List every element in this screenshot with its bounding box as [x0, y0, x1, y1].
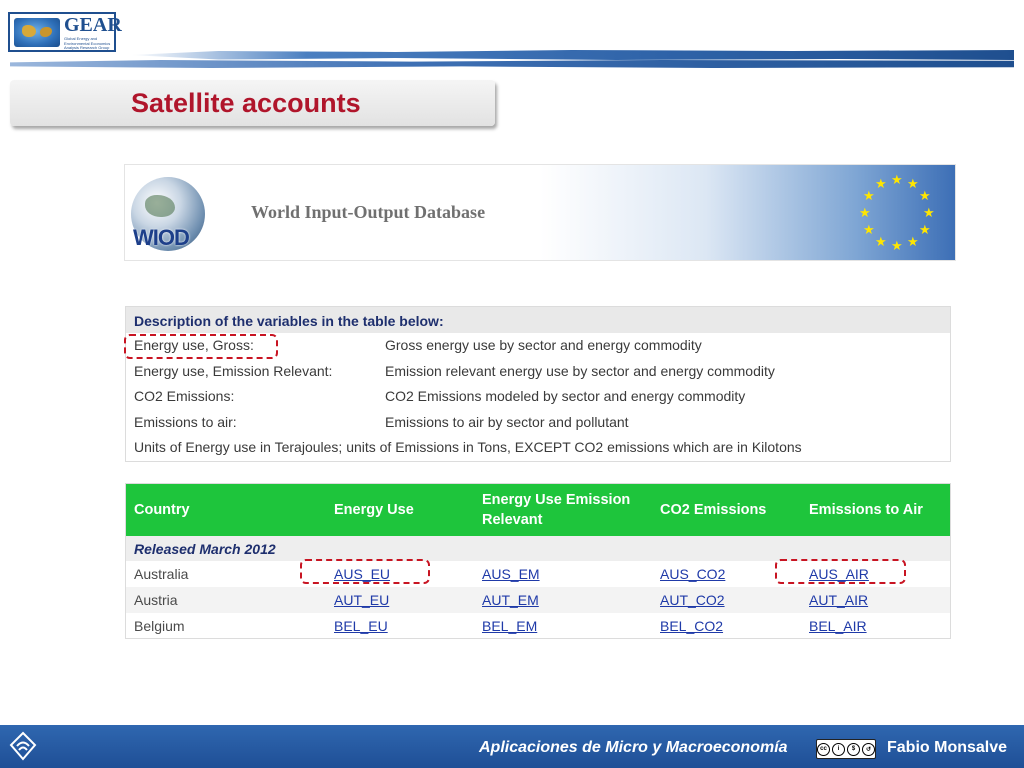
description-key: Energy use, Emission Relevant:: [134, 362, 333, 379]
gear-logo: GEAR Global Energy and Environmental Eco…: [8, 12, 122, 52]
table-row: Austria AUT_EU AUT_EM AUT_CO2 AUT_AIR: [126, 587, 950, 613]
eu-flag-stars-icon: ★ ★ ★ ★ ★ ★ ★ ★ ★ ★ ★ ★: [859, 172, 935, 253]
wiod-header: WIOD World Input-Output Database ★ ★ ★ ★…: [124, 164, 956, 261]
description-value: Gross energy use by sector and energy co…: [385, 337, 702, 353]
description-row: Emissions to air: Emissions to air by se…: [126, 410, 950, 436]
co2-emissions-link[interactable]: AUS_CO2: [660, 561, 725, 587]
by-icon: i: [832, 742, 845, 756]
energy-use-emission-relevant-link[interactable]: AUS_EM: [482, 561, 540, 587]
release-label: Released March 2012: [126, 536, 950, 561]
course-title: Aplicaciones de Micro y Macroeconomía: [479, 739, 788, 756]
description-value: CO2 Emissions modeled by sector and ener…: [385, 388, 746, 404]
slide-title: Satellite accounts: [131, 88, 361, 118]
energy-use-emission-relevant-link[interactable]: AUT_EM: [482, 587, 539, 613]
column-header-energy-use: Energy Use: [334, 502, 414, 518]
column-header-co2-emissions: CO2 Emissions: [660, 502, 767, 518]
description-heading: Description of the variables in the tabl…: [126, 307, 950, 333]
country-cell: Austria: [134, 592, 178, 608]
table-header: Country Energy Use Energy Use Emission R…: [126, 484, 950, 536]
description-key: CO2 Emissions:: [134, 388, 235, 404]
column-header-country: Country: [134, 502, 190, 518]
country-cell: Australia: [134, 566, 189, 582]
highlight-aus-air: [775, 559, 906, 584]
units-note: Units of Energy use in Terajoules; units…: [126, 435, 950, 461]
gear-logo-subtitle: Global Energy and Environmental Economic…: [64, 36, 111, 50]
highlight-energy-use-gross: [124, 334, 278, 359]
wiod-title: World Input-Output Database: [251, 202, 486, 222]
description-key: Emissions to air:: [134, 413, 237, 430]
description-value: Emission relevant energy use by sector a…: [385, 362, 775, 379]
university-logo-icon: [9, 731, 37, 761]
globe-icon: [14, 18, 60, 47]
footer-bar: Aplicaciones de Micro y Macroeconomía cc…: [0, 725, 1024, 768]
description-row: Energy use, Emission Relevant: Emission …: [126, 359, 950, 385]
slide-title-banner: Satellite accounts: [10, 80, 495, 126]
emissions-to-air-link[interactable]: BEL_AIR: [809, 613, 867, 639]
cc-icon: cc: [817, 742, 830, 756]
column-header-energy-use-emission-relevant: Energy Use Emission Relevant: [482, 492, 631, 528]
emissions-to-air-link[interactable]: AUT_AIR: [809, 587, 868, 613]
energy-use-emission-relevant-link[interactable]: BEL_EM: [482, 613, 537, 639]
energy-use-link[interactable]: AUT_EU: [334, 587, 389, 613]
author-name: Fabio Monsalve: [887, 739, 1008, 756]
wiod-logo-text: WIOD: [133, 225, 190, 250]
co2-emissions-link[interactable]: BEL_CO2: [660, 613, 723, 639]
country-cell: Belgium: [134, 618, 185, 634]
creative-commons-license-icon: cc i $ ↺: [816, 739, 876, 759]
highlight-aus-eu: [300, 559, 430, 584]
energy-use-link[interactable]: BEL_EU: [334, 613, 388, 639]
table-row: Belgium BEL_EU BEL_EM BEL_CO2 BEL_AIR: [126, 613, 950, 639]
column-header-emissions-to-air: Emissions to Air: [809, 502, 923, 518]
description-value: Emissions to air by sector and pollutant: [385, 413, 629, 430]
nc-icon: $: [847, 742, 860, 756]
units-note-text: Units of Energy use in Terajoules; units…: [134, 439, 802, 455]
variables-description: Description of the variables in the tabl…: [125, 306, 951, 462]
co2-emissions-link[interactable]: AUT_CO2: [660, 587, 725, 613]
header-stripe-lower: [10, 60, 1014, 68]
sa-icon: ↺: [862, 742, 875, 756]
description-row: CO2 Emissions: CO2 Emissions modeled by …: [126, 384, 950, 410]
header-stripe: [130, 50, 1014, 60]
gear-logo-text: GEAR: [64, 14, 122, 36]
